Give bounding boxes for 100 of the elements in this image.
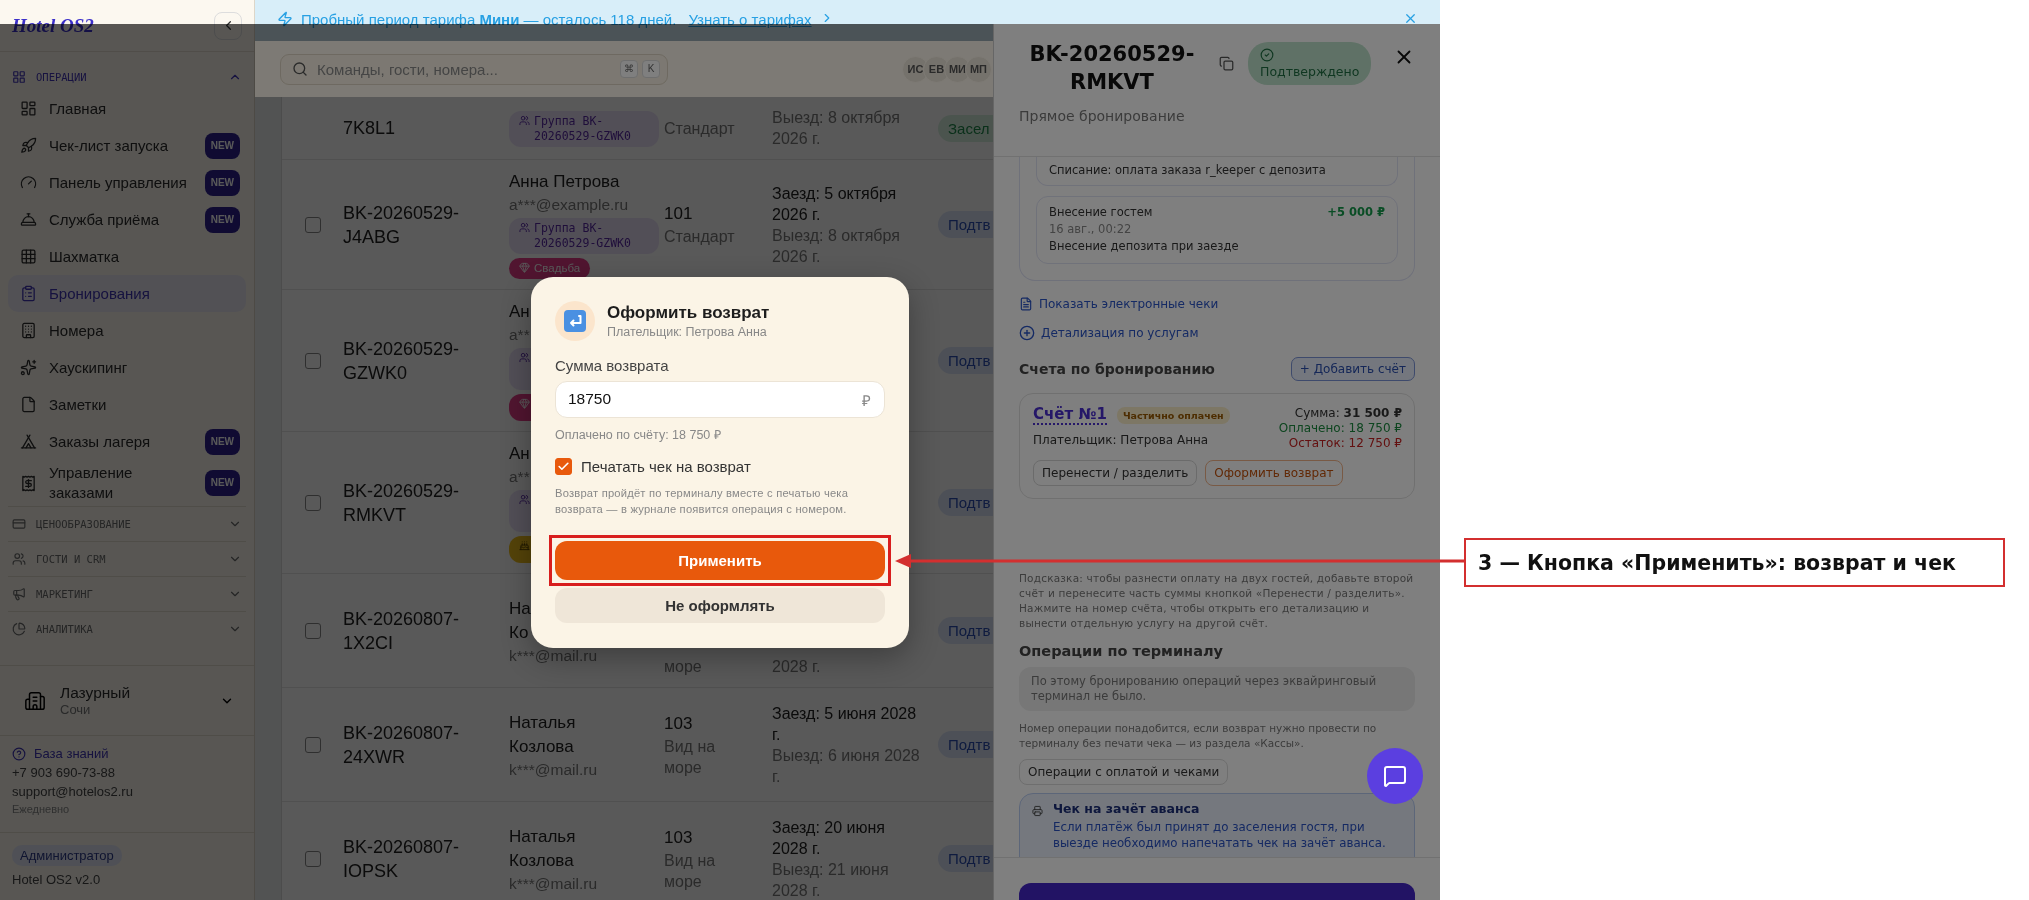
close-icon (1403, 11, 1418, 26)
row-checkbox[interactable] (304, 850, 321, 867)
bell-icon (20, 211, 37, 228)
check-in-date: Заезд: 20 июня 2028 г. (772, 817, 886, 859)
building-icon (24, 689, 46, 712)
dialog-title: Оформить возврат (607, 302, 770, 323)
checkbox-label: Печатать чек на возврат (581, 457, 751, 475)
new-badge: NEW (204, 169, 240, 196)
trial-banner-text: Пробный период тарифа Мини — осталось 118 дней. (301, 11, 677, 28)
users-icon (519, 115, 530, 126)
new-badge: NEW (204, 206, 240, 233)
support-email: support@hotelos2.ru (12, 784, 134, 799)
nav-item[interactable]: Служба приёма NEW (8, 201, 246, 238)
copy-button[interactable] (1219, 56, 1234, 71)
booking-id: BK-20260529-RMKVT (343, 479, 461, 527)
new-badge: NEW (204, 132, 240, 159)
ring-icon (519, 262, 530, 273)
operation-title: Внесение гостем (1049, 205, 1153, 219)
apply-button[interactable]: Применить (555, 540, 885, 580)
section-header[interactable]: ОПЕРАЦИИ (8, 64, 246, 90)
dialog-subtitle: Плательщик: Петрова Анна (607, 324, 768, 339)
nav-item[interactable]: Бронирования (8, 275, 246, 312)
operations-button[interactable]: Операции с оплатой и чеками (1019, 759, 1229, 785)
booking-id: BK-20260529-GZWK0 (343, 337, 461, 385)
room-number: 103 (664, 712, 694, 735)
nav-item[interactable]: Номера (8, 312, 246, 349)
room-number: 103 (664, 826, 694, 849)
nav-item[interactable]: Панель управления NEW (8, 164, 246, 201)
callout-label: 3 — Кнопка «Применить»: возврат и чек (1464, 538, 2005, 587)
invoice-balance: Остаток: 12 750 ₽ (1288, 436, 1402, 450)
panel-link[interactable]: Показать электронные чеки (1019, 297, 1219, 311)
nav-item[interactable]: Шахматка (8, 238, 246, 275)
copy-icon (1219, 56, 1234, 71)
booking-id: BK-20260529-J4ABG (343, 201, 461, 249)
document-icon (1019, 297, 1033, 311)
note-text: Возврат пройдёт по терминалу вместе с печатью чека возврата — в журнале появится операция с номером. (555, 485, 850, 517)
nav-item[interactable]: Управление заказами NEW (8, 460, 246, 506)
invoice-total: Сумма: 31 500 ₽ (1294, 406, 1402, 420)
check-icon (557, 459, 570, 473)
support-phone: +7 903 690-73-88 (12, 765, 116, 780)
group-tag: Группа BK-20260529-GZWK0 (509, 111, 659, 147)
transfer-button[interactable]: Перенести / разделить (1033, 460, 1198, 486)
add-invoice-button[interactable]: + Добавить счёт (1290, 357, 1415, 381)
empty-state: По этому бронированию операций через эквайринговый терминал не было. (1019, 667, 1415, 711)
check-in-date: Заезд: 5 июня 2028 г. (772, 703, 918, 745)
check-circle-icon (1260, 48, 1274, 62)
tent-icon (20, 433, 37, 450)
currency-sign: ₽ (862, 390, 871, 410)
operation-description: Списание: оплата заказа r_keeper с депозита (1049, 163, 1327, 177)
building-icon (20, 322, 37, 339)
users-icon (519, 352, 530, 363)
status-badge: Подтверждено (1248, 42, 1372, 85)
users-icon (12, 552, 26, 566)
version-text: Hotel OS2 v2.0 (12, 872, 101, 887)
guest-name: Анна Петрова (509, 171, 620, 193)
file-icon (20, 396, 37, 413)
row-checkbox[interactable] (304, 494, 321, 511)
user-avatar[interactable]: МП (965, 55, 992, 83)
info-title: Чек на зачёт аванса (1052, 801, 1201, 816)
guest-name: На Ко (509, 597, 531, 644)
users-icon (519, 222, 530, 233)
knowledge-base-link[interactable]: База знаний (12, 746, 242, 761)
nav-item[interactable]: Хаускипинг (8, 349, 246, 386)
rocket-icon (20, 137, 37, 154)
nav-item[interactable]: Заметки (8, 386, 246, 423)
booking-id: BK-20260807-1X2CI (343, 607, 461, 655)
row-checkbox[interactable] (304, 352, 321, 369)
payer-name: Плательщик: Петрова Анна (1033, 433, 1210, 447)
invoice-paid: Оплачено: 18 750 ₽ (1278, 421, 1402, 435)
ring-icon (519, 398, 530, 409)
tariffs-link[interactable]: Узнать о тарифах (688, 11, 812, 28)
grid-icon (12, 70, 26, 84)
guest-name: Ан (509, 443, 530, 465)
gauge-icon (20, 174, 37, 191)
invoice-link[interactable]: Счёт №1 (1033, 406, 1107, 425)
payment-status-badge: Частично оплачен (1116, 407, 1230, 424)
chat-icon (1383, 764, 1407, 788)
nav-item[interactable]: Заказы лагеря NEW (8, 423, 246, 460)
panel-link[interactable]: Детализация по услугам (1019, 325, 1199, 341)
cake-icon (519, 540, 530, 551)
plus-circle-icon (1019, 325, 1035, 341)
field-label: Сумма возврата (555, 356, 670, 374)
row-checkbox[interactable] (304, 736, 321, 753)
bolt-icon (277, 11, 293, 27)
guest-name: Ан (509, 301, 530, 323)
nav-item[interactable]: Главная (8, 90, 246, 127)
print-checkbox[interactable] (555, 457, 572, 475)
collapse-button[interactable] (214, 11, 242, 40)
new-badge: NEW (204, 428, 240, 455)
info-text: Если платёж был принят до заселения гостя, при выезде необходимо напечатать чек на зачёт аванса. (1052, 819, 1387, 851)
check-in-date: Заезд: 5 октября 2026 г. (772, 183, 898, 225)
dashboard-icon (20, 100, 37, 117)
cancel-button[interactable]: Не оформлять (555, 587, 885, 623)
grid-icon (20, 248, 37, 265)
nav-item[interactable]: Чек-лист запуска NEW (8, 127, 246, 164)
row-checkbox[interactable] (304, 622, 321, 639)
section-title: Операции по терминалу (1019, 643, 1223, 659)
paid-note: Оплачено по счёту: 18 750 ₽ (555, 426, 722, 443)
refund-button[interactable]: Оформить возврат (1205, 460, 1343, 486)
row-checkbox[interactable] (304, 216, 321, 233)
